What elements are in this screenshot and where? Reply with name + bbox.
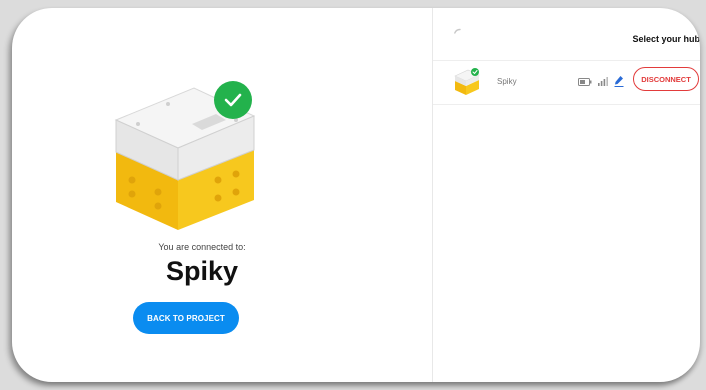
back-to-project-button[interactable]: BACK TO PROJECT xyxy=(133,302,239,334)
hub-list-name: Spiky xyxy=(497,77,517,86)
hub-list-item[interactable]: Spiky DISCONNECT xyxy=(433,60,700,105)
hub-list-pane: Select your hub Spiky DISCONNECT xyxy=(433,8,700,382)
connected-hub-name: Spiky xyxy=(165,256,239,286)
connection-status-pane: You are connected to: Spiky BACK TO PROJ… xyxy=(12,8,432,382)
battery-icon xyxy=(578,78,592,86)
check-icon xyxy=(224,93,242,107)
pencil-icon[interactable] xyxy=(614,75,624,87)
spinner-icon xyxy=(454,28,461,34)
app-window: You are connected to: Spiky BACK TO PROJ… xyxy=(12,8,700,382)
signal-icon xyxy=(598,77,608,86)
select-hub-title: Select your hub xyxy=(632,34,700,44)
connected-check-badge xyxy=(214,81,252,119)
hub-thumbnail xyxy=(454,68,480,95)
disconnect-button[interactable]: DISCONNECT xyxy=(633,67,699,91)
connected-label: You are connected to: xyxy=(158,242,246,252)
